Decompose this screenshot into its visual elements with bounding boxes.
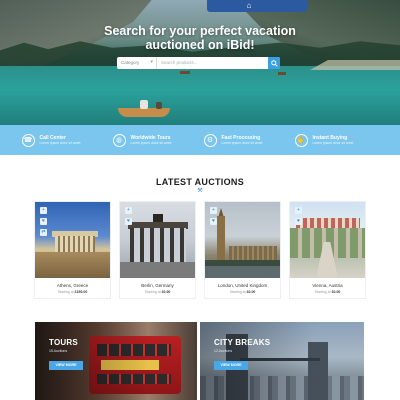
gavel-icon: ⚒ <box>197 188 203 194</box>
feature-title: Worldwide Tours <box>130 134 171 141</box>
rowboat <box>118 108 170 117</box>
price-label: Starting at <box>229 290 246 294</box>
search-placeholder: Search products... <box>161 60 198 65</box>
category-tile-city-breaks[interactable]: CITY BREAKS 12 Auctions VIEW MORE <box>200 322 364 400</box>
auction-name[interactable]: Vienna, Austria <box>290 283 365 288</box>
category-tile-tours[interactable]: TOURS 15 Auctions VIEW MORE <box>35 322 197 400</box>
feature-instant-buying: ✋ Instant Buying Lorem ipsum dolor sit a… <box>294 133 379 147</box>
feature-subtitle: Lorem ipsum dolor sit amet <box>130 140 172 145</box>
category-select[interactable]: Category ▾ <box>117 57 157 69</box>
auction-card-london[interactable]: + ♥ London, United Kingdom Starting at £… <box>204 201 281 299</box>
zoom-icon[interactable]: + <box>295 207 302 214</box>
auction-name[interactable]: London, United Kingdom <box>205 283 280 288</box>
feature-worldwide-tours: ◍ Worldwide Tours Lorem ipsum dolor sit … <box>112 133 197 147</box>
view-more-button[interactable]: VIEW MORE <box>214 361 248 370</box>
price-value: £0.00 <box>246 290 256 294</box>
gear-icon: ⚙ <box>203 133 217 147</box>
heart-icon[interactable]: ♥ <box>125 218 132 225</box>
auction-name[interactable]: Berlin, Germany <box>120 283 195 288</box>
zoom-icon[interactable]: + <box>125 207 132 214</box>
auction-image[interactable]: + ♥ ⇄ <box>35 202 110 278</box>
auction-price: Starting at £0.00 <box>120 290 195 294</box>
auction-image[interactable]: + ♥ <box>120 202 195 278</box>
price-value: £0.00 <box>161 290 171 294</box>
header-bar <box>207 0 307 12</box>
feature-call-center: ☎ Call Center Lorem ipsum dolor sit amet <box>21 133 106 147</box>
category-select-label: Category <box>121 60 140 65</box>
feature-subtitle: Lorem ipsum dolor sit amet <box>221 140 263 145</box>
auction-card-berlin[interactable]: + ♥ Berlin, Germany Starting at £0.00 <box>119 201 196 299</box>
tile-title: TOURS <box>49 338 78 347</box>
auction-card-vienna[interactable]: + ♥ Vienna, Austria Starting at £0.00 <box>289 201 366 299</box>
headset-icon: ☎ <box>21 133 35 147</box>
feature-title: Fast Processing <box>221 134 261 141</box>
price-label: Starting at <box>57 290 74 294</box>
feature-subtitle: Lorem ipsum dolor sit amet <box>39 140 81 145</box>
search-icon <box>270 59 278 67</box>
hand-coin-icon: ✋ <box>294 133 308 147</box>
tile-title: CITY BREAKS <box>214 338 271 347</box>
price-value: £0.00 <box>331 290 341 294</box>
cart-icon[interactable]: ⌂ <box>244 1 254 10</box>
heart-icon[interactable]: ♥ <box>295 218 302 225</box>
auction-price: Starting at £0.00 <box>290 290 365 294</box>
rowboat-passenger <box>156 102 162 109</box>
auction-name[interactable]: Athens, Greece <box>35 283 110 288</box>
zoom-icon[interactable]: + <box>210 207 217 214</box>
auction-image[interactable]: + ♥ <box>290 202 365 278</box>
price-label: Starting at <box>144 290 161 294</box>
chevron-down-icon: ▾ <box>150 59 153 65</box>
heart-icon[interactable]: ♥ <box>40 218 47 225</box>
auction-price: Starting at £150.00 <box>35 290 110 294</box>
auction-price: Starting at £0.00 <box>205 290 280 294</box>
features-strip: ☎ Call Center Lorem ipsum dolor sit amet… <box>0 125 400 155</box>
search-input[interactable]: Search products... <box>157 57 268 69</box>
zoom-icon[interactable]: + <box>40 207 47 214</box>
rowboat-passenger <box>140 100 148 109</box>
hero-title-line1: Search for your perfect vacation <box>104 24 296 38</box>
tile-subtitle: 12 Auctions <box>214 349 233 353</box>
section-title: LATEST AUCTIONS <box>156 177 244 187</box>
compare-icon[interactable]: ⇄ <box>40 229 47 236</box>
hero-banner: ⌂ Search for your perfect vacation aucti… <box>0 0 400 125</box>
price-value: £150.00 <box>74 290 88 294</box>
hero-title-line2: auctioned on iBid! <box>145 38 255 52</box>
feature-fast-processing: ⚙ Fast Processing Lorem ipsum dolor sit … <box>203 133 288 147</box>
auction-image[interactable]: + ♥ <box>205 202 280 278</box>
auction-list: + ♥ ⇄ Athens, Greece Starting at £150.00… <box>34 201 366 301</box>
search-button[interactable] <box>268 57 280 69</box>
tile-subtitle: 15 Auctions <box>49 349 68 353</box>
view-more-button[interactable]: VIEW MORE <box>49 361 83 370</box>
lake <box>0 66 400 125</box>
heart-icon[interactable]: ♥ <box>210 218 217 225</box>
search-bar: Category ▾ Search products... <box>117 57 280 69</box>
hero-title: Search for your perfect vacation auction… <box>0 24 400 52</box>
auction-card-athens[interactable]: + ♥ ⇄ Athens, Greece Starting at £150.00 <box>34 201 111 299</box>
price-label: Starting at <box>314 290 331 294</box>
feature-subtitle: Lorem ipsum dolor sit amet <box>312 140 354 145</box>
globe-icon: ◍ <box>112 133 126 147</box>
distant-boat <box>278 72 286 75</box>
distant-boat <box>180 71 190 74</box>
